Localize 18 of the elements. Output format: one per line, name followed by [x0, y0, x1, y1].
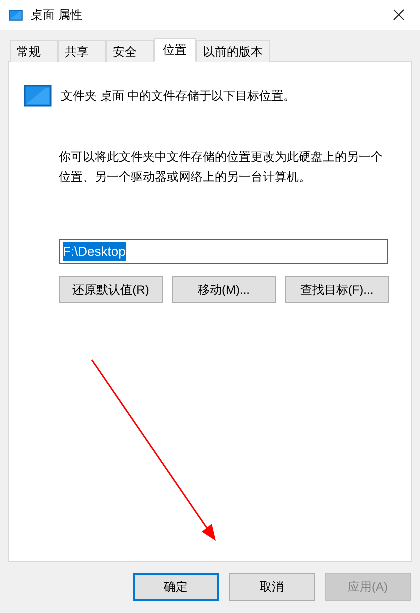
close-icon: [393, 9, 405, 21]
tab[interactable]: 以前的版本: [196, 40, 270, 62]
folder-icon: [9, 10, 23, 20]
dialog-button[interactable]: 取消: [229, 573, 315, 601]
location-button[interactable]: 还原默认值(R): [59, 276, 163, 303]
description-text: 你可以将此文件夹中文件存储的位置更改为此硬盘上的另一个位置、另一个驱动器或网络上的另一台计算机。: [59, 149, 384, 186]
folder-icon: [24, 85, 52, 107]
path-field[interactable]: F:\Desktop: [59, 239, 388, 264]
location-button[interactable]: 移动(M)...: [172, 276, 276, 303]
heading-text: 文件夹 桌面 中的文件存储于以下目标位置。: [61, 88, 296, 105]
tab[interactable]: 常规: [10, 40, 58, 62]
dialog-button[interactable]: 确定: [133, 573, 219, 601]
location-button[interactable]: 查找目标(F)...: [285, 276, 389, 303]
tab[interactable]: 安全: [106, 40, 154, 62]
path-text: F:\Desktop: [63, 242, 126, 262]
tab[interactable]: 位置: [154, 38, 196, 62]
window-title: 桌面 属性: [31, 7, 82, 24]
tab[interactable]: 共享: [58, 40, 106, 62]
